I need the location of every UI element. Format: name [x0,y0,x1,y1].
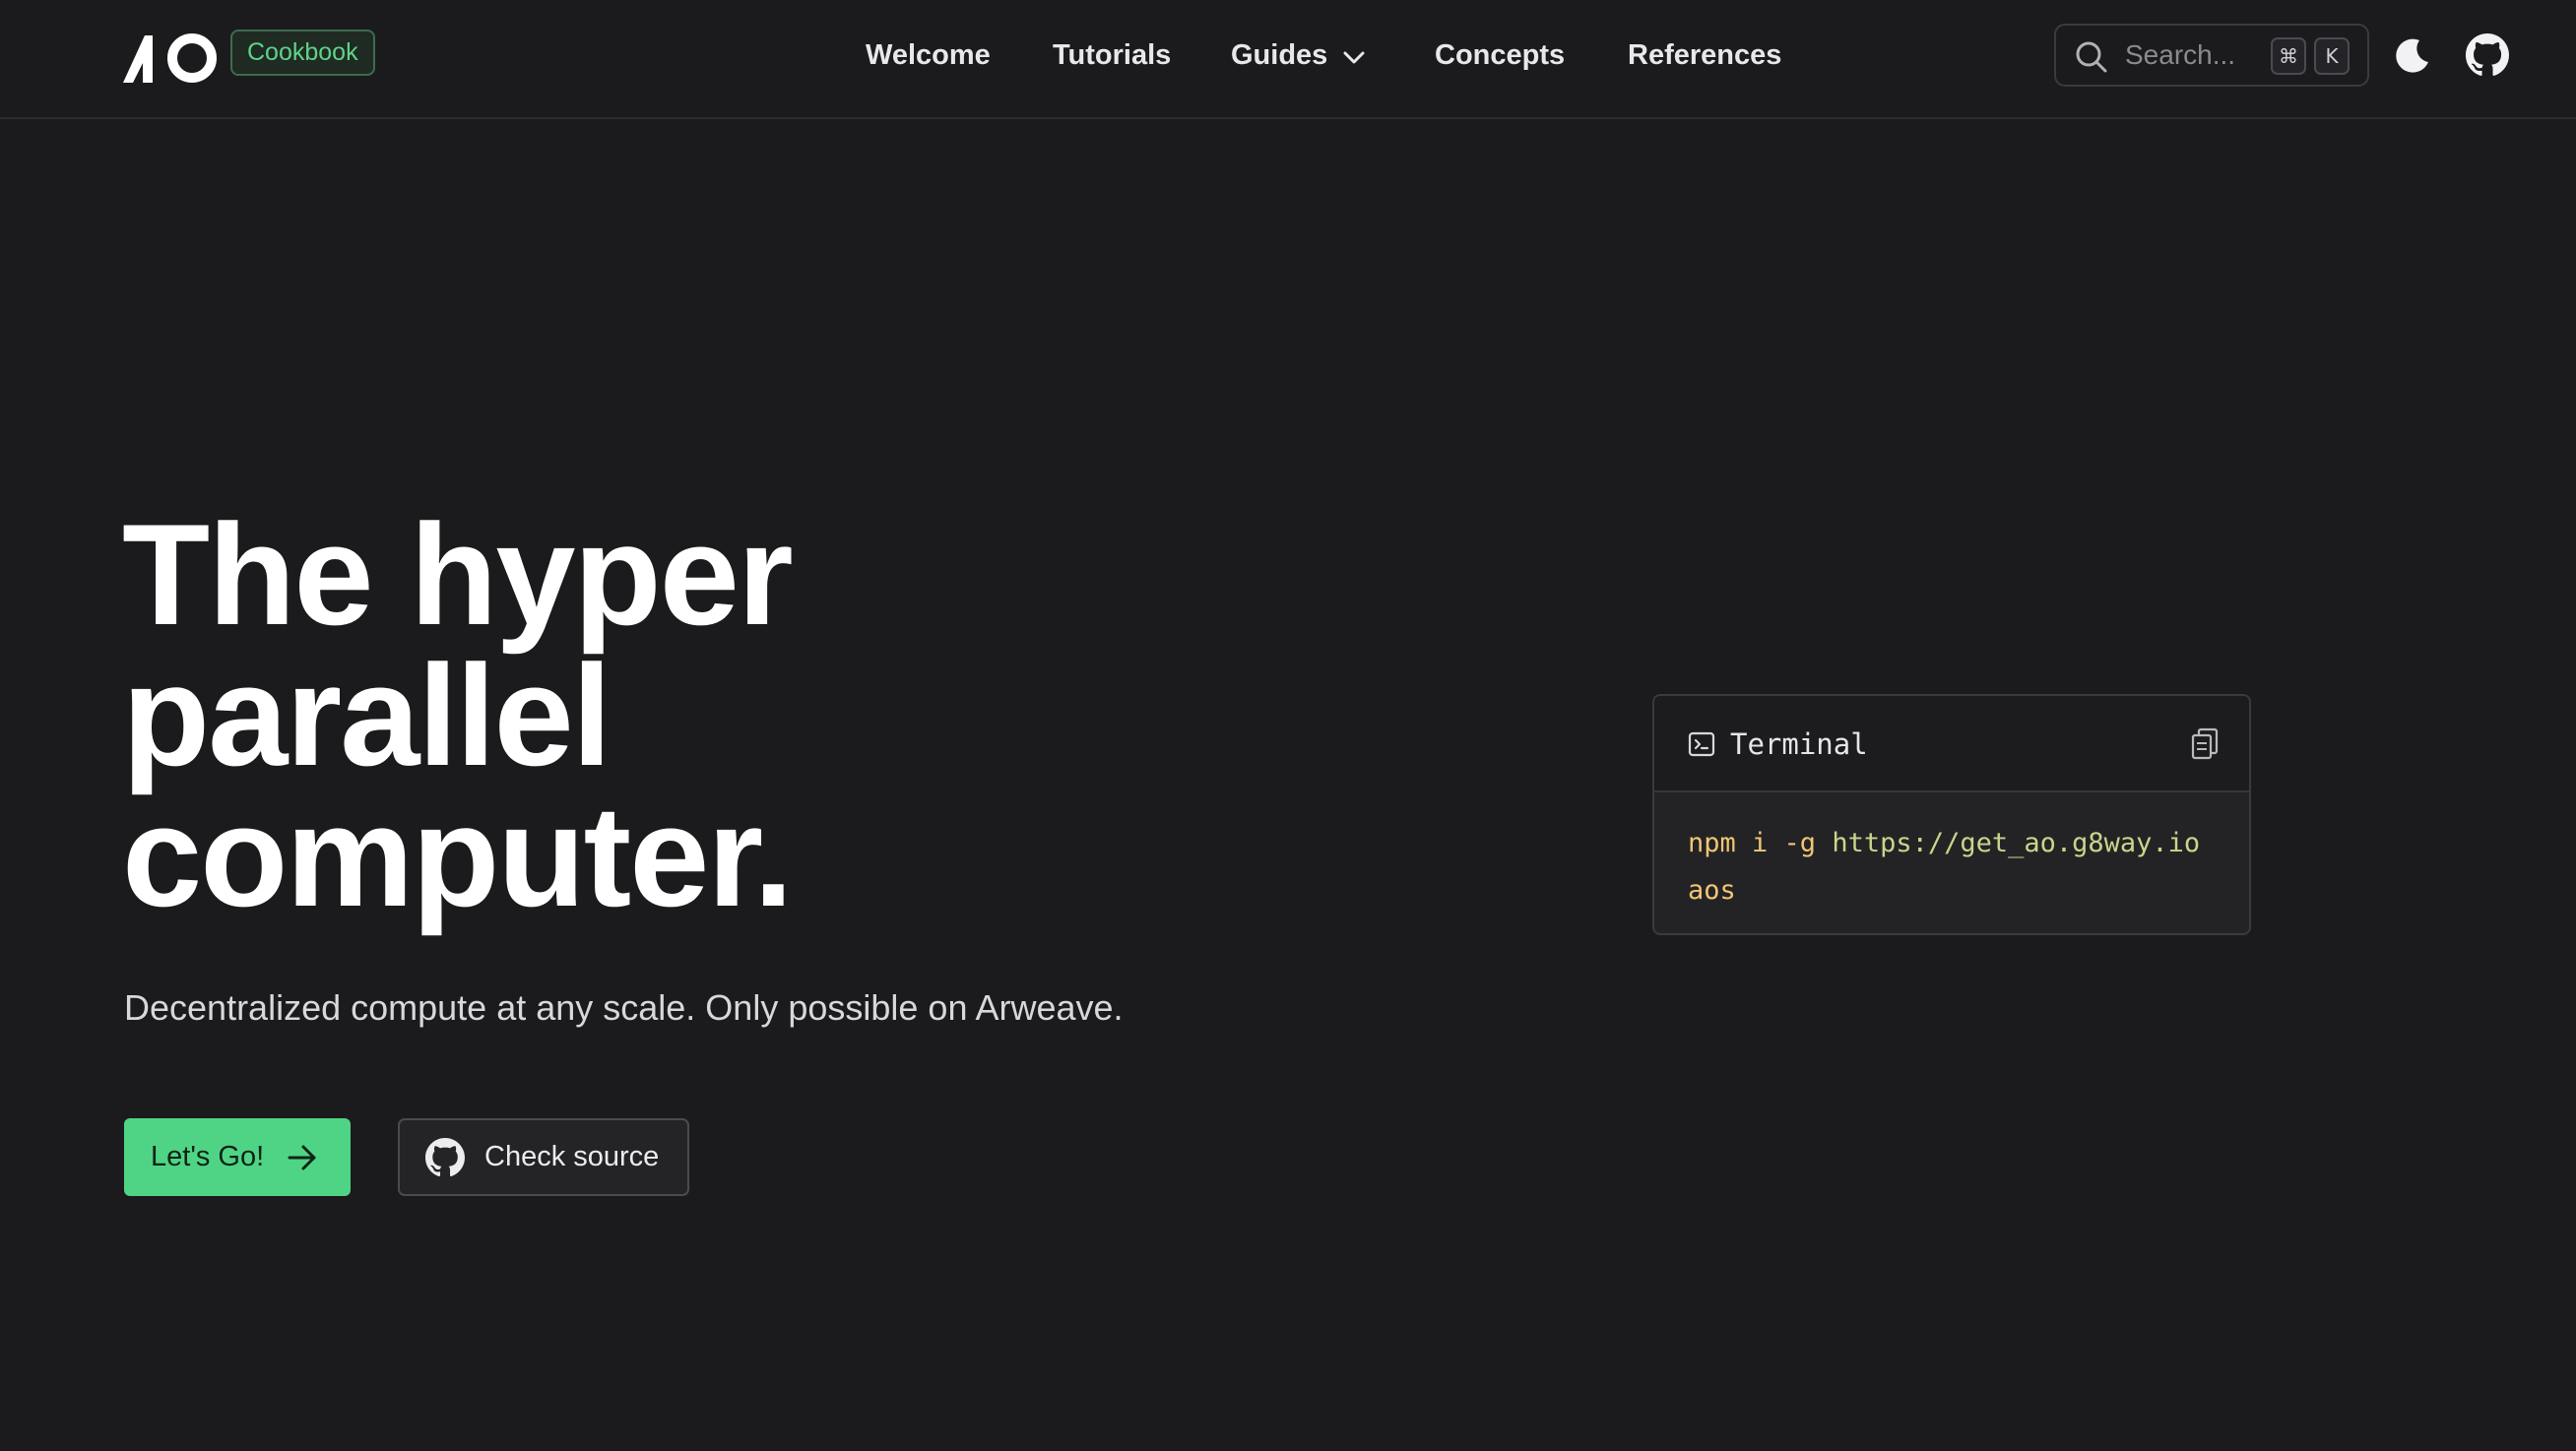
hero-title-line-3: computer. [122,776,794,936]
arrow-right-icon [288,1145,316,1170]
nav-item-guides[interactable]: Guides [1231,33,1327,77]
command-prefix: npm i -g [1688,828,1817,858]
check-source-label: Check source [484,1141,660,1172]
command-line-2: aos [1688,875,1736,906]
lets-go-label: Let's Go! [151,1141,265,1172]
terminal-icon [1688,731,1715,757]
terminal-header: Terminal [1654,696,2249,792]
nav-item-tutorials[interactable]: Tutorials [1053,33,1171,77]
lets-go-button[interactable]: Let's Go! [124,1118,351,1196]
terminal-command[interactable]: npm i -g https://get_ao.g8way.io aos [1688,820,2200,915]
check-source-button[interactable]: Check source [398,1118,689,1196]
shortcut-key-cmd: ⌘ [2271,37,2306,75]
github-icon[interactable] [2466,33,2509,77]
search-icon [2076,41,2107,73]
hero-subtitle: Decentralized compute at any scale. Only… [124,987,1124,1028]
moon-icon[interactable] [2393,35,2432,75]
search-placeholder: Search... [2125,39,2236,70]
terminal-title: Terminal [1730,727,1868,761]
search-box[interactable]: Search... ⌘ K [2054,24,2369,87]
copy-icon[interactable] [2190,727,2220,761]
nav-item-references[interactable]: References [1628,33,1781,77]
cookbook-badge[interactable]: Cookbook [230,30,375,76]
hero-title: The hyper parallel computer. [122,503,1205,928]
github-icon [425,1138,465,1177]
chevron-down-icon[interactable] [1340,45,1368,69]
command-url: https://get_ao.g8way.io [1832,828,2201,858]
nav-item-concepts[interactable]: Concepts [1435,33,1565,77]
hero-title-line-1: The hyper [122,494,794,655]
page: Cookbook Welcome Tutorials Guides Concep… [0,0,2576,1451]
shortcut-key-k: K [2314,37,2350,75]
ao-logo[interactable] [123,30,220,83]
terminal-panel: Terminal npm i -g https://get_ao.g8way.i… [1652,694,2251,935]
nav-item-welcome[interactable]: Welcome [866,33,991,77]
top-navbar: Cookbook Welcome Tutorials Guides Concep… [0,0,2576,119]
hero-title-line-2: parallel [122,635,612,795]
